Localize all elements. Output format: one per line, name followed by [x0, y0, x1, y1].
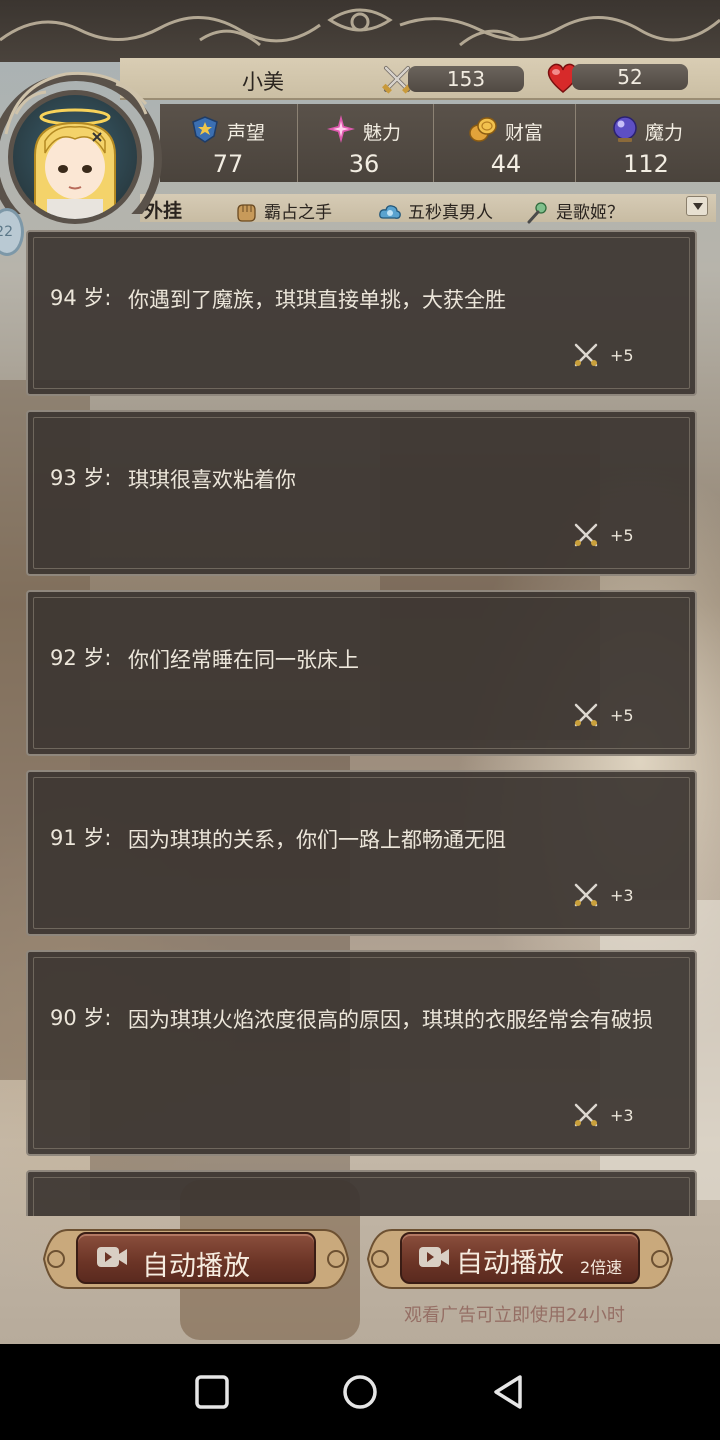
- stat-value: 112: [623, 150, 669, 178]
- event-card: [26, 1170, 697, 1216]
- girl-portrait-icon: [34, 108, 116, 219]
- event-age: 91 岁:: [50, 826, 112, 850]
- crossed-swords-icon: [574, 343, 598, 367]
- stat-reputation: 声望 77: [158, 104, 298, 182]
- trait-item[interactable]: 霸占之手: [234, 198, 332, 223]
- autoplay-2x-label: 自动播放: [456, 1248, 564, 1279]
- ad-note: 观看广告可立即使用24小时: [404, 1305, 625, 1326]
- trait-label: 五秒真男人: [408, 203, 493, 223]
- attack-value: 153: [408, 66, 524, 92]
- microphone-icon: [527, 202, 547, 224]
- health-value: 52: [572, 64, 688, 90]
- stat-label: 声望: [226, 122, 265, 144]
- event-text: 你遇到了魔族，琪琪直接单挑，大获全胜: [128, 288, 506, 312]
- stat-label: 魔力: [644, 122, 683, 144]
- crossed-swords-icon: [574, 883, 598, 907]
- autoplay-2x-button[interactable]: 自动播放 2倍速: [362, 1224, 678, 1294]
- fist-icon: [237, 204, 256, 222]
- event-card: 93 岁: 琪琪很喜欢粘着你 +5: [26, 410, 697, 576]
- event-reward: +5: [610, 526, 634, 545]
- stat-value: 44: [490, 150, 522, 178]
- stat-label: 魅力: [362, 122, 401, 144]
- event-card: 94 岁: 你遇到了魔族，琪琪直接单挑，大获全胜 +5: [26, 230, 697, 396]
- crossed-swords-icon: [574, 703, 598, 727]
- event-text: 琪琪很喜欢粘着你: [128, 468, 296, 492]
- trait-item[interactable]: 是歌姬？: [526, 198, 624, 224]
- card-border: [33, 1177, 690, 1216]
- player-name: 小美: [242, 70, 284, 94]
- event-reward: +3: [610, 1106, 634, 1125]
- event-age: 92 岁:: [50, 646, 112, 670]
- speed-badge: 2倍速: [580, 1258, 623, 1277]
- event-reward: +5: [610, 346, 634, 365]
- autoplay-label: 自动播放: [142, 1251, 250, 1282]
- event-text: 因为琪琪火焰浓度很高的原因，琪琪的衣服经常会有破损: [128, 1008, 653, 1032]
- avatar[interactable]: [8, 90, 142, 224]
- chevron-down-icon: [693, 203, 703, 210]
- stat-value: 36: [348, 150, 380, 178]
- home-button[interactable]: [340, 1372, 380, 1412]
- event-reward: +5: [610, 706, 634, 725]
- trait-label: 霸占之手: [264, 203, 332, 223]
- event-age: 90 岁:: [50, 1006, 112, 1030]
- event-card: 92 岁: 你们经常睡在同一张床上 +5: [26, 590, 697, 756]
- event-reward: +3: [610, 886, 634, 905]
- stat-label: 财富: [504, 122, 543, 144]
- crossed-swords-icon: [574, 523, 598, 547]
- event-card: 90 岁: 因为琪琪火焰浓度很高的原因，琪琪的衣服经常会有破损 +3: [26, 950, 697, 1156]
- event-text: 因为琪琪的关系，你们一路上都畅通无阻: [128, 828, 506, 852]
- trait-label: 是歌姬？: [556, 203, 624, 223]
- traits-dropdown-button[interactable]: [686, 196, 708, 216]
- event-list[interactable]: 94 岁: 你遇到了魔族，琪琪直接单挑，大获全胜 +5 93 岁: 琪琪很喜欢粘…: [0, 226, 720, 1216]
- stat-value: 77: [212, 150, 244, 178]
- video-camera-icon: [419, 1247, 449, 1267]
- navigation-bar: [0, 1344, 720, 1440]
- stat-magic: 魔力 112: [576, 104, 716, 182]
- back-button[interactable]: [488, 1372, 528, 1412]
- stat-charm: 魅力 36: [294, 104, 434, 182]
- stat-wealth: 财富 44: [436, 104, 576, 182]
- crossed-swords-icon: [574, 1103, 598, 1127]
- autoplay-button[interactable]: 自动播放: [38, 1224, 354, 1294]
- event-age: 94 岁:: [50, 286, 112, 310]
- video-camera-icon: [97, 1247, 127, 1267]
- trait-item[interactable]: 五秒真男人: [378, 198, 493, 223]
- recents-button[interactable]: [192, 1372, 232, 1412]
- event-age: 93 岁:: [50, 466, 112, 490]
- event-card: 91 岁: 因为琪琪的关系，你们一路上都畅通无阻 +3: [26, 770, 697, 936]
- event-text: 你们经常睡在同一张床上: [128, 648, 359, 672]
- cloud-icon: [379, 205, 401, 219]
